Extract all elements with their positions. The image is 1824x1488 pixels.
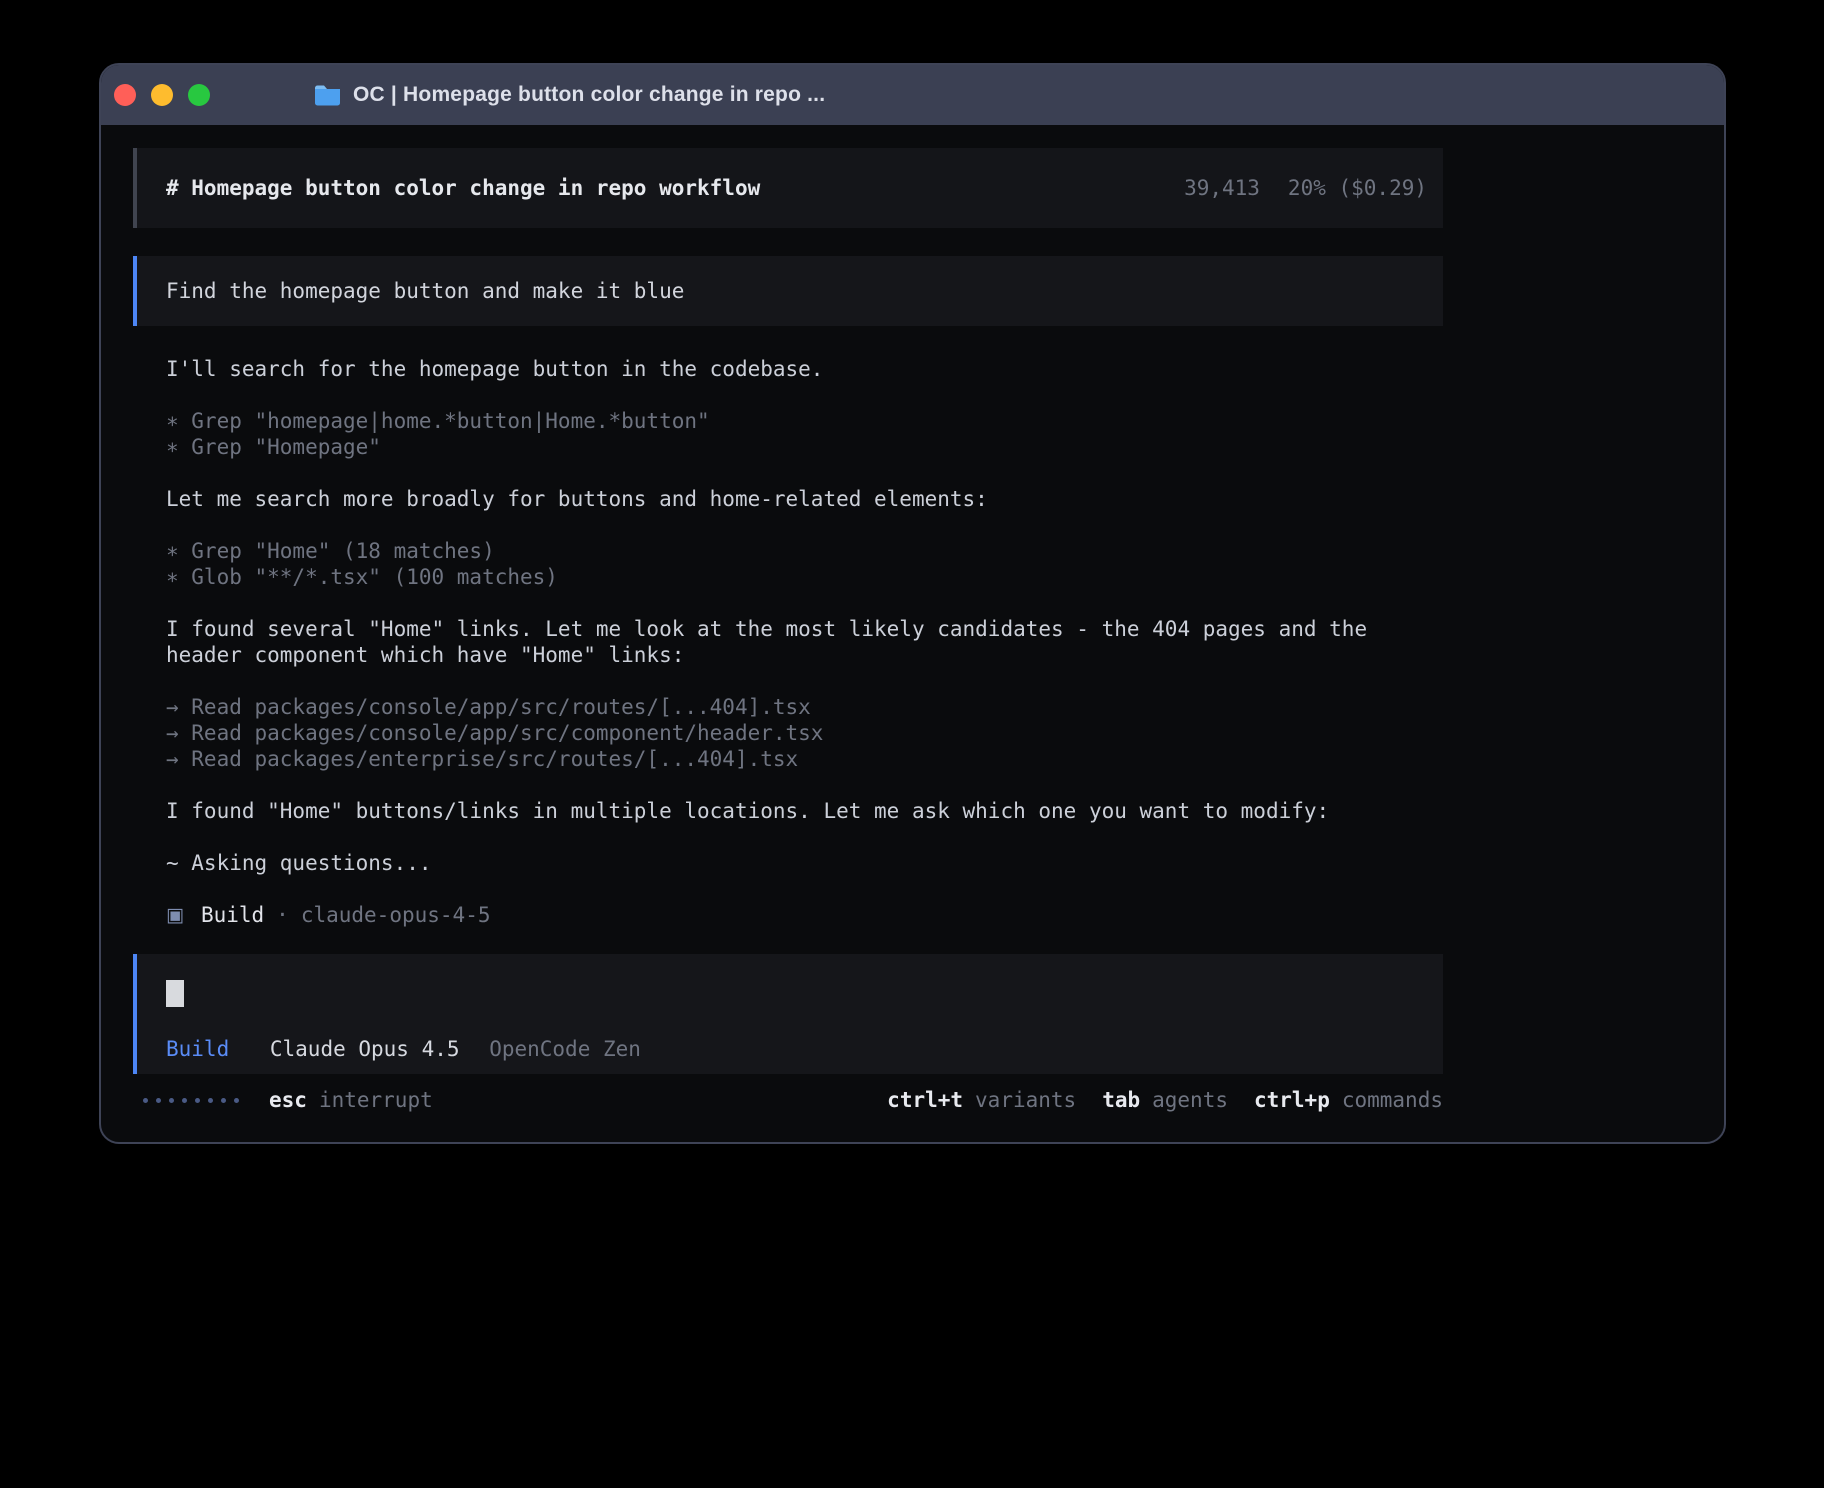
commands-label: commands bbox=[1342, 1087, 1443, 1113]
esc-label: interrupt bbox=[319, 1087, 433, 1113]
assistant-text: I'll search for the homepage button in t… bbox=[166, 356, 1406, 382]
tab-key: tab bbox=[1102, 1087, 1140, 1113]
variants-hint: ctrl+t variants bbox=[887, 1087, 1076, 1113]
window-title: OC | Homepage button color change in rep… bbox=[353, 83, 825, 107]
agent-status-line: ▣ Build · claude-opus-4-5 bbox=[166, 902, 1406, 928]
prompt-input[interactable]: Build Claude Opus 4.5 OpenCode Zen bbox=[133, 954, 1443, 1074]
agents-hint: tab agents bbox=[1102, 1087, 1228, 1113]
tool-call-group: ∗ Grep "Home" (18 matches) ∗ Glob "**/*.… bbox=[166, 538, 1443, 590]
agent-name: Build bbox=[201, 902, 264, 928]
assistant-text: I found "Home" buttons/links in multiple… bbox=[166, 798, 1406, 824]
model-label: Claude Opus 4.5 bbox=[270, 1037, 460, 1061]
provider-label: OpenCode Zen bbox=[489, 1037, 641, 1061]
traffic-lights bbox=[114, 84, 210, 106]
session-title: # Homepage button color change in repo w… bbox=[166, 175, 760, 201]
session-header: # Homepage button color change in repo w… bbox=[133, 148, 1443, 228]
minimize-button[interactable] bbox=[151, 84, 173, 106]
interrupt-hint: esc interrupt bbox=[269, 1087, 433, 1113]
tool-call-grep: ∗ Grep "homepage|home.*button|Home.*butt… bbox=[166, 408, 1406, 434]
user-message: Find the homepage button and make it blu… bbox=[133, 256, 1443, 326]
tool-call-read: → Read packages/console/app/src/routes/[… bbox=[166, 694, 1406, 720]
tool-call-group: → Read packages/console/app/src/routes/[… bbox=[166, 694, 1443, 772]
terminal-content: # Homepage button color change in repo w… bbox=[101, 125, 1724, 1113]
agents-label: agents bbox=[1152, 1087, 1228, 1113]
commands-hint: ctrl+p commands bbox=[1254, 1087, 1443, 1113]
status-text: ~ Asking questions... bbox=[166, 850, 1406, 876]
ctrl-p-key: ctrl+p bbox=[1254, 1087, 1330, 1113]
token-count: 39,413 bbox=[1184, 175, 1260, 201]
tool-call-read: → Read packages/console/app/src/componen… bbox=[166, 720, 1406, 746]
tool-call-grep: ∗ Grep "Homepage" bbox=[166, 434, 1406, 460]
spinner-dots bbox=[143, 1098, 239, 1103]
text-cursor bbox=[166, 980, 184, 1007]
folder-icon bbox=[314, 84, 341, 106]
close-button[interactable] bbox=[114, 84, 136, 106]
context-usage: 20% ($0.29) bbox=[1288, 175, 1427, 201]
assistant-text: Let me search more broadly for buttons a… bbox=[166, 486, 1406, 512]
tool-call-read: → Read packages/enterprise/src/routes/[.… bbox=[166, 746, 1406, 772]
status-bar: esc interrupt ctrl+t variants tab agents… bbox=[133, 1087, 1443, 1113]
conversation-transcript: I'll search for the homepage button in t… bbox=[133, 356, 1443, 928]
terminal-window: OC | Homepage button color change in rep… bbox=[99, 63, 1726, 1144]
esc-key: esc bbox=[269, 1087, 307, 1113]
mode-label[interactable]: Build bbox=[166, 1037, 229, 1061]
agent-icon: ▣ bbox=[166, 902, 184, 928]
agent-model: claude-opus-4-5 bbox=[301, 902, 491, 928]
input-status-line: Build Claude Opus 4.5 OpenCode Zen bbox=[166, 1036, 1427, 1062]
titlebar[interactable]: OC | Homepage button color change in rep… bbox=[101, 65, 1724, 125]
assistant-text: I found several "Home" links. Let me loo… bbox=[166, 616, 1406, 668]
separator: · bbox=[276, 902, 289, 928]
zoom-button[interactable] bbox=[188, 84, 210, 106]
session-stats: 39,413 20% ($0.29) bbox=[1184, 175, 1427, 201]
ctrl-t-key: ctrl+t bbox=[887, 1087, 963, 1113]
variants-label: variants bbox=[975, 1087, 1076, 1113]
user-message-text: Find the homepage button and make it blu… bbox=[166, 279, 684, 303]
tool-call-group: ∗ Grep "homepage|home.*button|Home.*butt… bbox=[166, 408, 1443, 460]
tool-call-glob: ∗ Glob "**/*.tsx" (100 matches) bbox=[166, 564, 1406, 590]
tool-call-grep: ∗ Grep "Home" (18 matches) bbox=[166, 538, 1406, 564]
